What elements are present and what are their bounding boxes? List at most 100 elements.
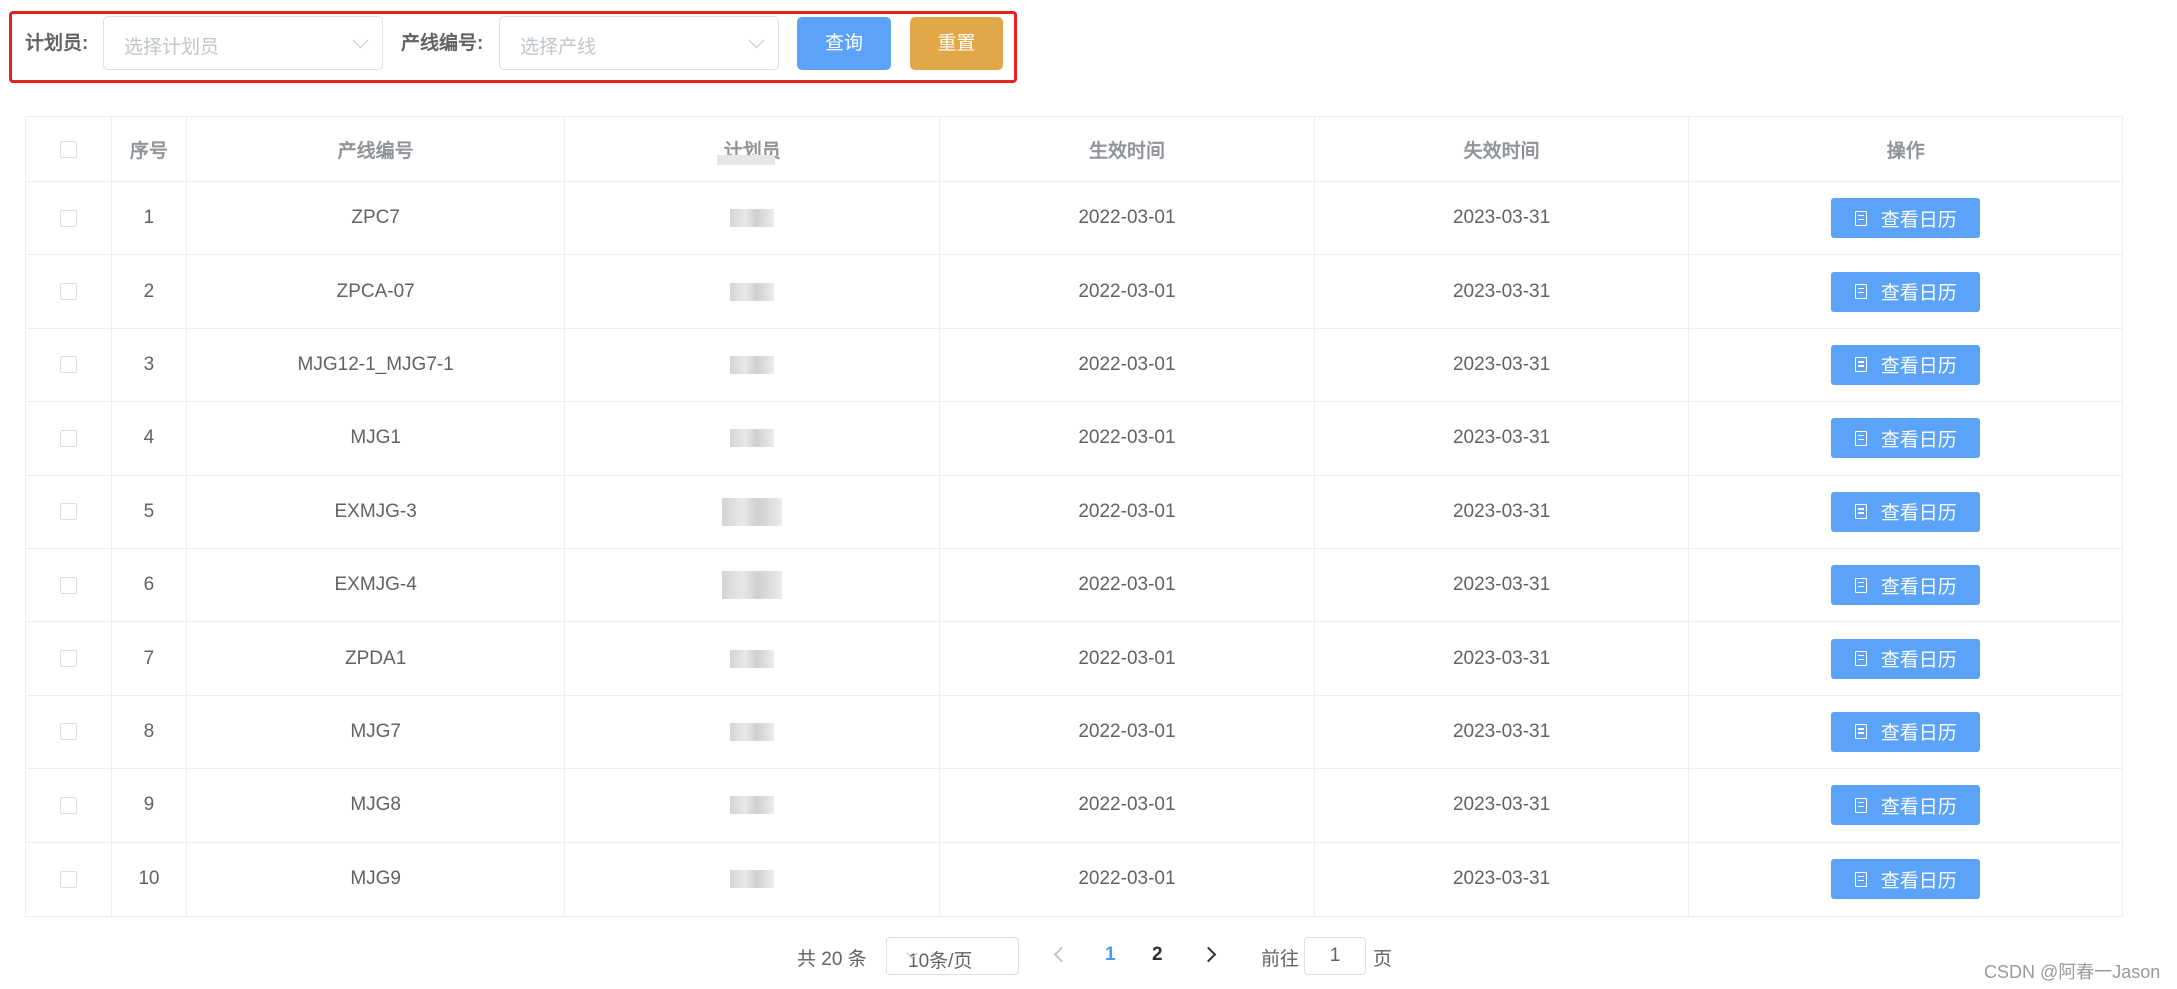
- row-index: 1: [112, 182, 187, 255]
- row-checkbox[interactable]: [59, 503, 77, 521]
- document-icon: [1854, 357, 1867, 373]
- blurred-planner-name: [722, 571, 783, 600]
- planner-label: 计划员:: [25, 33, 89, 54]
- header-planner: 计划员: [565, 117, 941, 181]
- row-select-cell: [26, 402, 112, 475]
- row-select-cell: [26, 182, 112, 255]
- blurred-planner-name: [730, 722, 775, 741]
- row-end-date: 2023-03-31: [1315, 402, 1690, 475]
- row-start-date: 2022-03-01: [940, 842, 1315, 916]
- next-page-icon[interactable]: [1200, 946, 1217, 963]
- header-start: 生效时间: [940, 117, 1315, 181]
- row-checkbox[interactable]: [59, 870, 77, 888]
- table-row: 8 MJG7 2022-03-01 2023-03-31 查看日历: [26, 695, 2122, 770]
- view-calendar-label: 查看日历: [1880, 796, 1957, 818]
- row-action: 查看日历: [1689, 329, 2122, 401]
- document-icon: [1854, 871, 1867, 887]
- row-end-date: 2023-03-31: [1315, 695, 1690, 769]
- view-calendar-button[interactable]: 查看日历: [1831, 491, 1981, 532]
- table-row: 1 ZPC7 2022-03-01 2023-03-31 查看日历: [26, 182, 2122, 256]
- row-checkbox[interactable]: [59, 796, 77, 814]
- header-line: 产线编号: [187, 117, 566, 181]
- row-end-date: 2023-03-31: [1315, 328, 1690, 402]
- view-calendar-button[interactable]: 查看日历: [1831, 711, 1981, 752]
- row-start-date: 2022-03-01: [940, 182, 1315, 255]
- planner-select[interactable]: 选择计划员: [103, 16, 383, 70]
- document-icon: [1854, 210, 1867, 226]
- row-select-cell: [26, 328, 112, 402]
- row-planner: [565, 622, 941, 695]
- page-number-2[interactable]: 2: [1152, 944, 1163, 966]
- view-calendar-button[interactable]: 查看日历: [1831, 198, 1981, 239]
- row-planner: [565, 842, 941, 916]
- row-planner: [565, 548, 941, 622]
- row-planner: [565, 328, 941, 402]
- blurred-planner-name: [722, 497, 783, 526]
- row-end-date: 2023-03-31: [1315, 548, 1690, 622]
- view-calendar-button[interactable]: 查看日历: [1831, 344, 1981, 385]
- row-start-date: 2022-03-01: [940, 402, 1315, 475]
- row-end-date: 2023-03-31: [1315, 255, 1690, 328]
- document-icon: [1854, 651, 1867, 667]
- row-index: 4: [112, 402, 187, 475]
- document-icon: [1854, 577, 1867, 593]
- view-calendar-button[interactable]: 查看日历: [1831, 859, 1981, 900]
- select-all-checkbox[interactable]: [59, 140, 77, 158]
- row-line: MJG7: [187, 695, 566, 769]
- row-planner: [565, 769, 941, 842]
- row-planner: [565, 475, 941, 548]
- row-checkbox[interactable]: [59, 723, 77, 741]
- page-size-value: 10条/页: [908, 951, 973, 972]
- view-calendar-button[interactable]: 查看日历: [1831, 785, 1981, 826]
- row-select-cell: [26, 769, 112, 842]
- row-select-cell: [26, 842, 112, 916]
- row-end-date: 2023-03-31: [1315, 769, 1690, 842]
- reset-button[interactable]: 重置: [910, 17, 1003, 70]
- view-calendar-button[interactable]: 查看日历: [1831, 638, 1981, 679]
- table-row: 3 MJG12-1_MJG7-1 2022-03-01 2023-03-31 查看日历: [26, 328, 2122, 403]
- planner-table: 序号 产线编号 计划员 生效时间 失效时间 操作 1 ZPC7 2022-03-01…: [25, 116, 2123, 917]
- row-checkbox[interactable]: [59, 576, 77, 594]
- prev-page-icon[interactable]: [1053, 946, 1070, 963]
- page-size-select[interactable]: 10条/页: [886, 937, 1019, 975]
- view-calendar-label: 查看日历: [1880, 503, 1957, 525]
- blurred-planner-name: [730, 649, 775, 668]
- row-checkbox[interactable]: [59, 209, 77, 227]
- view-calendar-label: 查看日历: [1880, 576, 1957, 598]
- row-action: 查看日历: [1689, 182, 2122, 254]
- query-button[interactable]: 查询: [797, 17, 891, 70]
- row-line: ZPDA1: [187, 622, 566, 695]
- document-icon: [1854, 430, 1867, 446]
- row-checkbox[interactable]: [59, 283, 77, 301]
- view-calendar-label: 查看日历: [1880, 209, 1957, 231]
- row-checkbox[interactable]: [59, 429, 77, 447]
- line-select[interactable]: 选择产线: [499, 16, 779, 70]
- row-start-date: 2022-03-01: [940, 255, 1315, 328]
- view-calendar-button[interactable]: 查看日历: [1831, 565, 1981, 606]
- blurred-planner-name: [730, 796, 775, 815]
- row-start-date: 2022-03-01: [940, 622, 1315, 695]
- row-checkbox[interactable]: [59, 356, 77, 374]
- row-checkbox[interactable]: [59, 650, 77, 668]
- blurred-planner-name: [730, 355, 775, 374]
- row-line: MJG8: [187, 769, 566, 842]
- header-index: 序号: [112, 117, 187, 181]
- row-action: 查看日历: [1689, 622, 2122, 694]
- row-start-date: 2022-03-01: [940, 769, 1315, 842]
- table-row: 9 MJG8 2022-03-01 2023-03-31 查看日历: [26, 769, 2122, 843]
- page-number-1[interactable]: 1: [1105, 944, 1116, 966]
- row-select-cell: [26, 695, 112, 769]
- table-header: 序号 产线编号 计划员 生效时间 失效时间 操作: [26, 117, 2122, 182]
- view-calendar-button[interactable]: 查看日历: [1831, 271, 1981, 312]
- document-icon: [1854, 724, 1867, 740]
- document-icon: [1854, 504, 1867, 520]
- view-calendar-label: 查看日历: [1880, 283, 1957, 305]
- view-calendar-button[interactable]: 查看日历: [1831, 418, 1981, 459]
- row-action: 查看日历: [1689, 696, 2122, 768]
- row-start-date: 2022-03-01: [940, 328, 1315, 402]
- goto-suffix: 页: [1373, 949, 1393, 970]
- row-end-date: 2023-03-31: [1315, 182, 1690, 255]
- goto-page-input[interactable]: 1: [1304, 937, 1366, 975]
- row-line: MJG9: [187, 842, 566, 916]
- table-row: 7 ZPDA1 2022-03-01 2023-03-31 查看日历: [26, 622, 2122, 696]
